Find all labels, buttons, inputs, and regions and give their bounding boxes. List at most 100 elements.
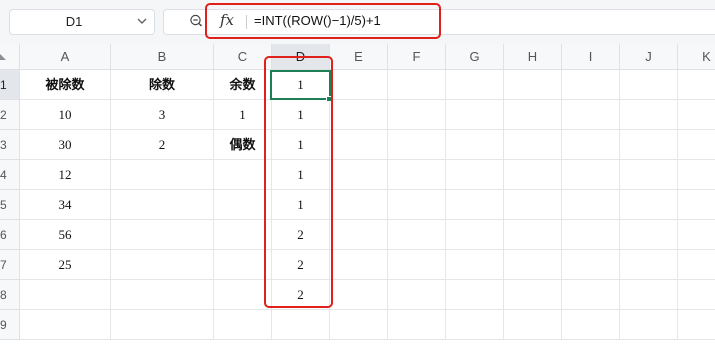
cell-b9[interactable] xyxy=(111,310,214,340)
cell-b4[interactable] xyxy=(111,160,214,190)
cell-j7[interactable] xyxy=(620,250,678,280)
cell-i6[interactable] xyxy=(562,220,620,250)
cell-i1[interactable] xyxy=(562,70,620,100)
cell-a9[interactable] xyxy=(20,310,111,340)
cell-g4[interactable] xyxy=(446,160,504,190)
cell-f2[interactable] xyxy=(388,100,446,130)
cell-j4[interactable] xyxy=(620,160,678,190)
cell-e5[interactable] xyxy=(330,190,388,220)
cell-f1[interactable] xyxy=(388,70,446,100)
cell-b7[interactable] xyxy=(111,250,214,280)
row-header-6[interactable]: 6 xyxy=(0,220,20,250)
cell-g1[interactable] xyxy=(446,70,504,100)
cell-h3[interactable] xyxy=(504,130,562,160)
cell-h1[interactable] xyxy=(504,70,562,100)
row-header-4[interactable]: 4 xyxy=(0,160,20,190)
cell-e9[interactable] xyxy=(330,310,388,340)
cell-j3[interactable] xyxy=(620,130,678,160)
cell-j6[interactable] xyxy=(620,220,678,250)
cell-e2[interactable] xyxy=(330,100,388,130)
cell-h2[interactable] xyxy=(504,100,562,130)
cell-a5[interactable]: 34 xyxy=(20,190,111,220)
cell-c9[interactable] xyxy=(214,310,272,340)
cell-i8[interactable] xyxy=(562,280,620,310)
row-header-7[interactable]: 7 xyxy=(0,250,20,280)
row-header-8[interactable]: 8 xyxy=(0,280,20,310)
cell-j2[interactable] xyxy=(620,100,678,130)
chevron-down-icon[interactable] xyxy=(136,14,148,28)
cell-b5[interactable] xyxy=(111,190,214,220)
cell-j1[interactable] xyxy=(620,70,678,100)
cell-i5[interactable] xyxy=(562,190,620,220)
cell-h6[interactable] xyxy=(504,220,562,250)
cell-k6[interactable] xyxy=(678,220,715,250)
cell-i2[interactable] xyxy=(562,100,620,130)
row-header-2[interactable]: 2 xyxy=(0,100,20,130)
cell-e7[interactable] xyxy=(330,250,388,280)
row-header-9[interactable]: 9 xyxy=(0,310,20,340)
cell-g6[interactable] xyxy=(446,220,504,250)
cell-g8[interactable] xyxy=(446,280,504,310)
cell-k1[interactable] xyxy=(678,70,715,100)
cell-j8[interactable] xyxy=(620,280,678,310)
cell-a6[interactable]: 56 xyxy=(20,220,111,250)
cell-h8[interactable] xyxy=(504,280,562,310)
cell-e6[interactable] xyxy=(330,220,388,250)
cell-f8[interactable] xyxy=(388,280,446,310)
cell-a2[interactable]: 10 xyxy=(20,100,111,130)
cell-b3[interactable]: 2 xyxy=(111,130,214,160)
cell-h5[interactable] xyxy=(504,190,562,220)
cell-a7[interactable]: 25 xyxy=(20,250,111,280)
cell-e3[interactable] xyxy=(330,130,388,160)
cell-k8[interactable] xyxy=(678,280,715,310)
cell-k3[interactable] xyxy=(678,130,715,160)
cell-g2[interactable] xyxy=(446,100,504,130)
cell-e8[interactable] xyxy=(330,280,388,310)
cell-f4[interactable] xyxy=(388,160,446,190)
cell-b1[interactable]: 除数 xyxy=(111,70,214,100)
cell-b8[interactable] xyxy=(111,280,214,310)
cell-h7[interactable] xyxy=(504,250,562,280)
cell-k4[interactable] xyxy=(678,160,715,190)
cell-g5[interactable] xyxy=(446,190,504,220)
name-box[interactable]: D1 xyxy=(9,9,155,35)
column-header-h[interactable]: H xyxy=(504,44,562,70)
cell-f5[interactable] xyxy=(388,190,446,220)
column-header-j[interactable]: J xyxy=(620,44,678,70)
cell-e4[interactable] xyxy=(330,160,388,190)
row-header-5[interactable]: 5 xyxy=(0,190,20,220)
cell-i9[interactable] xyxy=(562,310,620,340)
cell-h4[interactable] xyxy=(504,160,562,190)
cell-a1[interactable]: 被除数 xyxy=(20,70,111,100)
cell-j5[interactable] xyxy=(620,190,678,220)
row-header-3[interactable]: 3 xyxy=(0,130,20,160)
cell-i3[interactable] xyxy=(562,130,620,160)
column-header-g[interactable]: G xyxy=(446,44,504,70)
cell-a8[interactable] xyxy=(20,280,111,310)
select-all-corner[interactable] xyxy=(0,44,20,70)
zoom-icon[interactable] xyxy=(189,13,203,29)
cell-f9[interactable] xyxy=(388,310,446,340)
cell-j9[interactable] xyxy=(620,310,678,340)
row-header-1[interactable]: 1 xyxy=(0,70,20,100)
cell-i4[interactable] xyxy=(562,160,620,190)
cell-d9[interactable] xyxy=(272,310,330,340)
cell-g3[interactable] xyxy=(446,130,504,160)
cell-k2[interactable] xyxy=(678,100,715,130)
column-header-f[interactable]: F xyxy=(388,44,446,70)
column-header-k[interactable]: K xyxy=(678,44,715,70)
column-header-a[interactable]: A xyxy=(20,44,111,70)
cell-g7[interactable] xyxy=(446,250,504,280)
cell-h9[interactable] xyxy=(504,310,562,340)
cell-a4[interactable]: 12 xyxy=(20,160,111,190)
cell-k5[interactable] xyxy=(678,190,715,220)
cell-e1[interactable] xyxy=(330,70,388,100)
cell-k7[interactable] xyxy=(678,250,715,280)
cell-b6[interactable] xyxy=(111,220,214,250)
cell-i7[interactable] xyxy=(562,250,620,280)
cell-f7[interactable] xyxy=(388,250,446,280)
cell-a3[interactable]: 30 xyxy=(20,130,111,160)
cell-b2[interactable]: 3 xyxy=(111,100,214,130)
column-header-e[interactable]: E xyxy=(330,44,388,70)
column-header-b[interactable]: B xyxy=(111,44,214,70)
